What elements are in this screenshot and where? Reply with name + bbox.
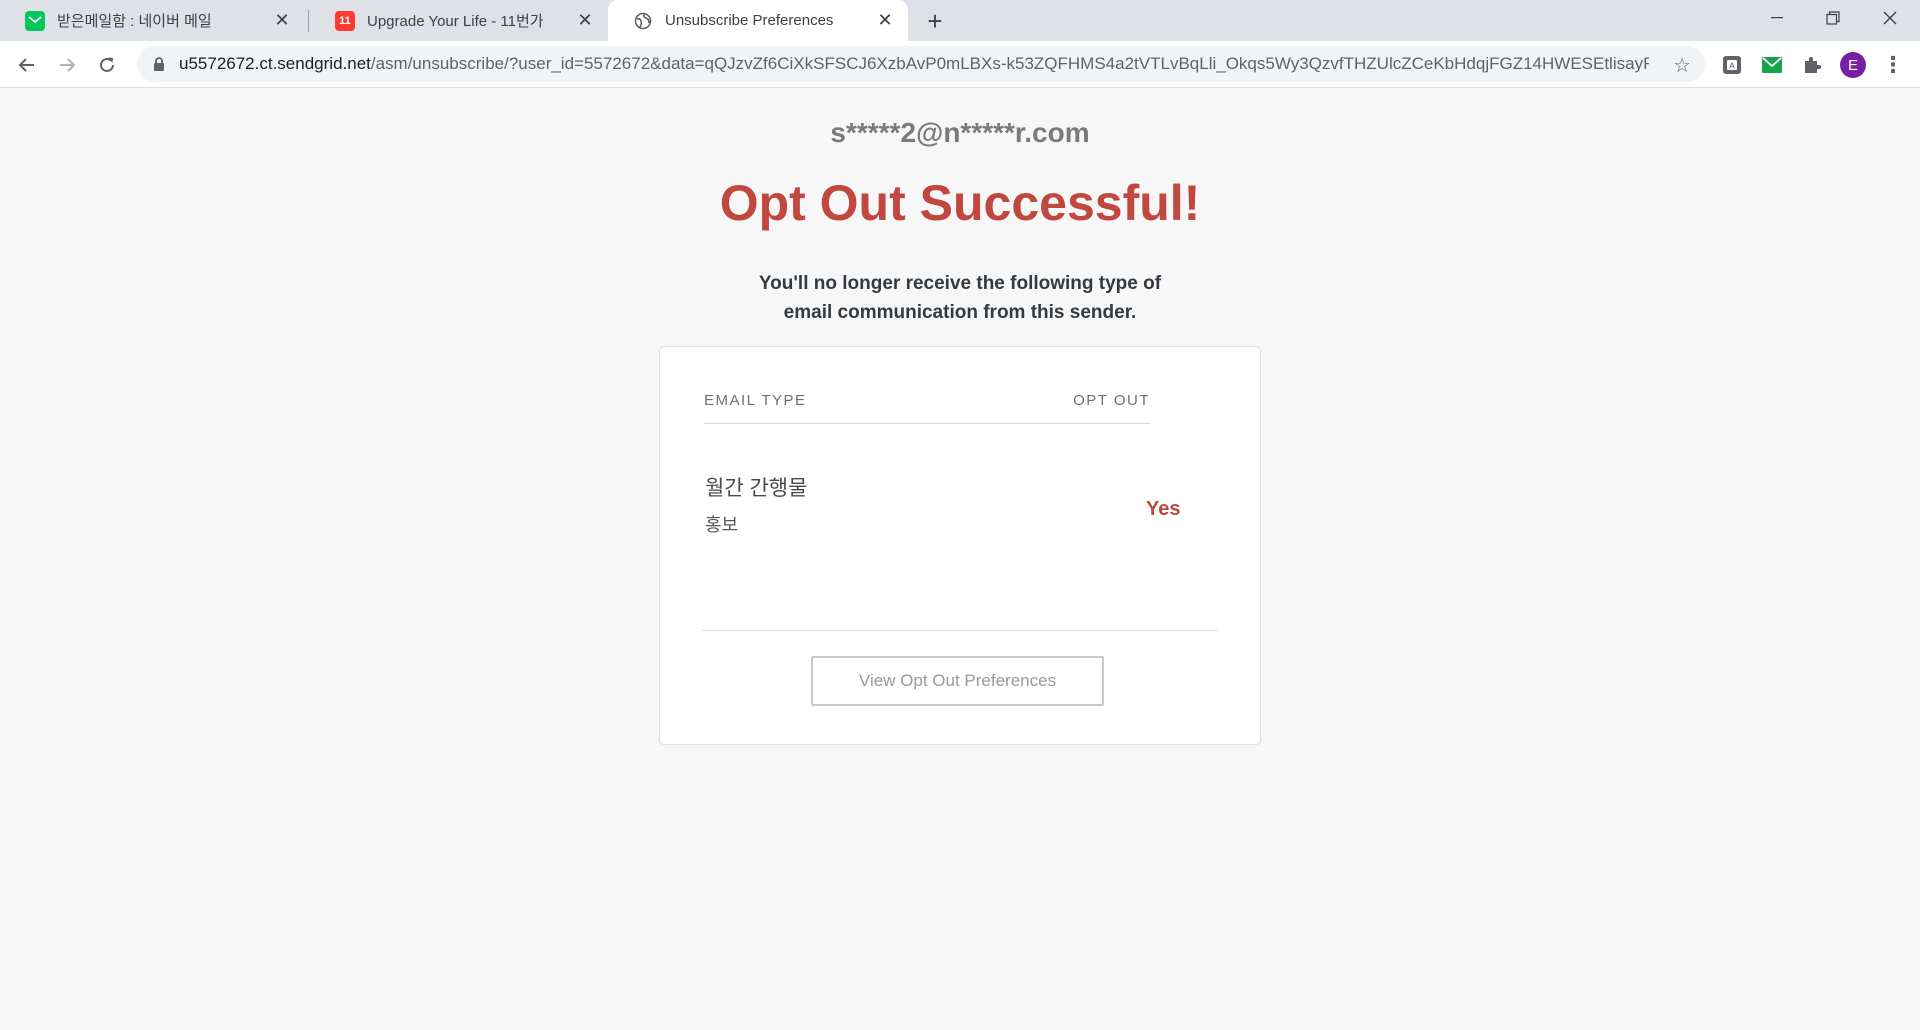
- tab-title: Upgrade Your Life - 11번가: [367, 13, 544, 30]
- naver-mail-icon: [25, 10, 45, 31]
- url-host: u5572672.ct.sendgrid.net: [179, 54, 371, 73]
- column-header-email-type: EMAIL TYPE: [704, 392, 807, 409]
- close-tab-icon[interactable]: ✕: [271, 10, 293, 32]
- forward-icon[interactable]: [51, 49, 83, 81]
- lock-icon[interactable]: [151, 56, 167, 72]
- divider: [702, 630, 1217, 631]
- extension-translate-icon[interactable]: A: [1720, 53, 1744, 77]
- confirmation-line-1: You'll no longer receive the following t…: [758, 273, 1162, 294]
- close-tab-icon[interactable]: ✕: [574, 10, 596, 32]
- extensions-puzzle-icon[interactable]: [1800, 53, 1824, 77]
- svg-text:A: A: [1729, 62, 1735, 71]
- recipient-email: s*****2@n*****r.com: [830, 117, 1090, 148]
- tab-separator: [308, 10, 309, 32]
- confirmation-line-2: email communication from this sender.: [783, 302, 1137, 323]
- browser-menu-icon[interactable]: ⋮: [1880, 52, 1906, 78]
- bookmark-star-icon[interactable]: ☆: [1673, 53, 1691, 78]
- tab-title: Unsubscribe Preferences: [665, 12, 834, 29]
- reload-icon[interactable]: [91, 49, 123, 81]
- 11st-icon: 11: [335, 10, 355, 31]
- column-header-opt-out: OPT OUT: [1073, 392, 1150, 409]
- tab-unsubscribe-preferences[interactable]: Unsubscribe Preferences ✕: [608, 0, 908, 41]
- email-type-description: 홍보: [705, 515, 739, 535]
- browser-toolbar: u5572672.ct.sendgrid.net/asm/unsubscribe…: [0, 41, 1920, 88]
- address-bar[interactable]: u5572672.ct.sendgrid.net/asm/unsubscribe…: [137, 46, 1705, 82]
- table-header: EMAIL TYPE OPT OUT: [704, 392, 1150, 424]
- globe-icon: [633, 11, 653, 31]
- view-opt-out-preferences-button[interactable]: View Opt Out Preferences: [811, 656, 1104, 706]
- new-tab-icon[interactable]: +: [922, 6, 948, 36]
- minimize-icon[interactable]: [1749, 0, 1805, 36]
- confirmation-text: You'll no longer receive the following t…: [0, 269, 1920, 327]
- restore-icon[interactable]: [1805, 0, 1861, 36]
- profile-avatar[interactable]: E: [1840, 52, 1866, 78]
- url-text[interactable]: u5572672.ct.sendgrid.net/asm/unsubscribe…: [179, 54, 1649, 74]
- email-type-title: 월간 간행물: [705, 477, 808, 500]
- page-title: Opt Out Successful!: [719, 175, 1201, 231]
- tab-strip: 받은메일함 : 네이버 메일 ✕ 11 Upgrade Your Life - …: [0, 0, 1920, 41]
- back-icon[interactable]: [11, 49, 43, 81]
- close-window-icon[interactable]: [1862, 0, 1918, 36]
- url-path: /asm/unsubscribe/?user_id=5572672&data=q…: [370, 54, 1649, 73]
- opt-out-status: Yes: [1146, 498, 1181, 520]
- extension-mail-icon[interactable]: [1760, 53, 1784, 77]
- tab-11st[interactable]: 11 Upgrade Your Life - 11번가 ✕: [310, 0, 608, 41]
- close-tab-icon[interactable]: ✕: [874, 10, 896, 32]
- tab-title: 받은메일함 : 네이버 메일: [57, 13, 212, 30]
- opt-out-card: EMAIL TYPE OPT OUT 월간 간행물 홍보 Yes View Op…: [659, 346, 1261, 745]
- tab-naver-mail[interactable]: 받은메일함 : 네이버 메일 ✕: [0, 0, 305, 41]
- page-content: s*****2@n*****r.com Opt Out Successful! …: [0, 89, 1920, 1030]
